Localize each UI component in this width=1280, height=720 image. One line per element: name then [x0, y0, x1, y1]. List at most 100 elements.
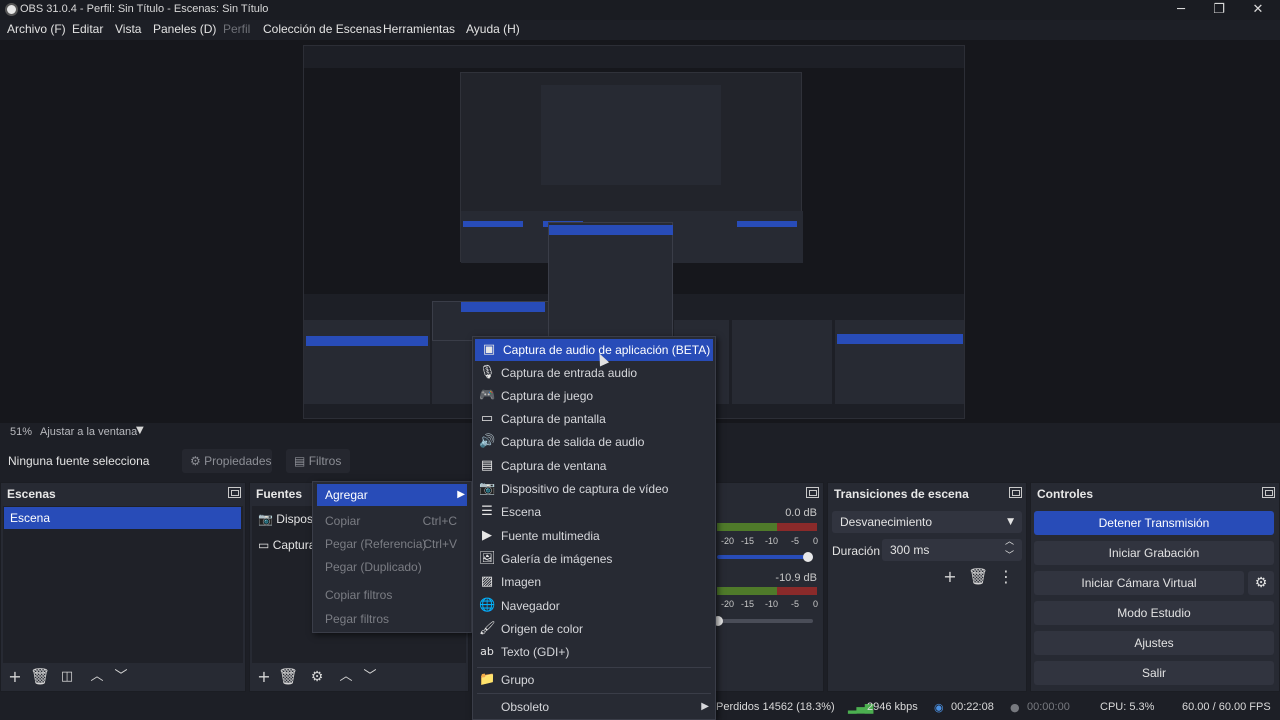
tick: -5 [791, 599, 800, 609]
menu-paneles[interactable]: Paneles (D) [153, 22, 216, 36]
menu-item-label: Grupo [501, 673, 535, 687]
menu-item-paste-reference[interactable]: Pegar (Referencia) Ctrl+V [313, 533, 471, 555]
meter-green [717, 523, 777, 531]
stepper-icon[interactable]: ︿ ﹀ [1005, 535, 1014, 563]
undock-icon[interactable] [806, 487, 819, 498]
play-icon: ▶ [482, 528, 492, 543]
more-icon[interactable]: ⋮ [996, 567, 1016, 587]
fps-readout: 60.00 / 60.00 FPS [1182, 701, 1271, 713]
volume-slider[interactable] [717, 619, 813, 623]
start-virtual-camera-button[interactable]: Iniciar Cámara Virtual [1034, 571, 1244, 595]
menu-item-paste-duplicate[interactable]: Pegar (Duplicado) [313, 556, 471, 578]
gear-icon[interactable]: ⚙ [307, 667, 327, 687]
duration-label: Duración [832, 544, 881, 558]
menu-item-label: Texto (GDI+) [501, 645, 570, 659]
menu-item-color-source[interactable]: 🖌 Origen de color [473, 618, 715, 640]
meter-red [777, 587, 817, 595]
camera-icon: 📷 [258, 512, 273, 526]
menu-item-label: Imagen [501, 575, 542, 589]
controls-dock: Controles Detener Transmisión Iniciar Gr… [1030, 482, 1280, 692]
menu-editar[interactable]: Editar [72, 22, 103, 36]
trash-icon[interactable]: 🗑 [968, 567, 988, 587]
filters-button[interactable]: ▤ Filtros [286, 449, 350, 473]
volume-knob[interactable] [803, 552, 813, 562]
menu-item-label: Fuente multimedia [501, 529, 600, 543]
minimize-button[interactable]: ─ [1166, 1, 1196, 19]
monitor-icon: ▭ [480, 411, 494, 426]
menu-item-window-capture[interactable]: ▤ Captura de ventana [473, 455, 715, 477]
maximize-button[interactable]: ❐ [1204, 1, 1234, 19]
source-item[interactable]: 📷 Disposit [258, 512, 319, 526]
zoom-mode[interactable]: Ajustar a la ventana [40, 426, 137, 438]
menu-item-group[interactable]: 📁 Grupo [473, 669, 715, 691]
menu-item-deprecated[interactable]: Obsoleto ▶ [473, 696, 715, 718]
list-icon: ☰ [481, 504, 493, 519]
trash-icon[interactable]: 🗑 [30, 667, 50, 687]
studio-mode-button[interactable]: Modo Estudio [1034, 601, 1274, 625]
move-down-icon[interactable]: ﹀ [111, 667, 131, 687]
menu-item-copy[interactable]: Copiar Ctrl+C [313, 510, 471, 532]
menu-item-display-capture[interactable]: ▭ Captura de pantalla [473, 408, 715, 430]
undock-icon[interactable] [228, 487, 241, 498]
settings-button[interactable]: Ajustes [1034, 631, 1274, 655]
menu-item-copy-filters[interactable]: Copiar filtros [313, 584, 471, 606]
duration-field[interactable]: 300 ms ︿ ﹀ [882, 537, 1022, 561]
menu-coleccion-escenas[interactable]: Colección de Escenas [263, 22, 382, 36]
menu-vista[interactable]: Vista [115, 22, 141, 36]
menu-item-app-audio-capture[interactable]: ▣ Captura de audio de aplicación (BETA) [475, 339, 713, 361]
menu-item-audio-output-capture[interactable]: 🔊 Captura de salida de audio [473, 431, 715, 453]
scene-item[interactable]: Escena [4, 507, 241, 529]
add-scene-icon[interactable]: + [5, 667, 25, 687]
filters-label: Filtros [308, 454, 342, 468]
close-button[interactable]: ✕ [1243, 1, 1273, 19]
menu-item-audio-input-capture[interactable]: 🎙 Captura de entrada audio [473, 362, 715, 384]
menu-item-image-slideshow[interactable]: 🖼 Galería de imágenes [473, 548, 715, 570]
menu-item-media-source[interactable]: ▶ Fuente multimedia [473, 525, 715, 547]
move-down-icon[interactable]: ﹀ [360, 667, 380, 687]
trash-icon[interactable]: 🗑 [278, 667, 298, 687]
menu-herramientas[interactable]: Herramientas [383, 22, 455, 36]
nested-scene-sel [463, 221, 523, 227]
properties-label: Propiedades [204, 454, 272, 468]
camera-icon: 📷 [479, 481, 496, 496]
add-source-icon[interactable]: + [254, 667, 274, 687]
filter-icon[interactable]: ◫ [57, 667, 77, 687]
zoom-dropdown-icon[interactable]: ▼ [136, 425, 144, 436]
nested-stop-sel [737, 221, 797, 227]
move-up-icon[interactable]: ︿ [87, 667, 107, 687]
menu-item-browser[interactable]: 🌐 Navegador [473, 595, 715, 617]
gear-icon[interactable]: ⚙ [1248, 571, 1274, 595]
shortcut-label: Ctrl+V [423, 537, 457, 551]
meter-green [717, 587, 777, 595]
properties-button[interactable]: ⚙ Propiedades [182, 449, 272, 473]
menu-perfil[interactable]: Perfil [223, 22, 250, 36]
undock-icon[interactable] [1009, 487, 1022, 498]
menu-item-label: Navegador [501, 599, 560, 613]
track1-db: 0.0 dB [785, 507, 817, 519]
exit-button[interactable]: Salir [1034, 661, 1274, 685]
menu-item-game-capture[interactable]: 🎮 Captura de juego [473, 385, 715, 407]
add-transition-icon[interactable]: + [940, 567, 960, 587]
source-item-label: Captura [272, 538, 316, 552]
source-item[interactable]: ▭ Captura [258, 538, 315, 552]
move-up-icon[interactable]: ︿ [336, 667, 356, 687]
transition-select[interactable]: Desvanecimiento ▼ [832, 511, 1022, 533]
start-recording-button[interactable]: Iniciar Grabación [1034, 541, 1274, 565]
tick: -15 [741, 599, 755, 609]
volume-slider[interactable] [717, 555, 813, 559]
menu-item-image[interactable]: ▨ Imagen [473, 571, 715, 593]
stop-streaming-button[interactable]: Detener Transmisión [1034, 511, 1274, 535]
menu-item-video-capture-device[interactable]: 📷 Dispositivo de captura de vídeo [473, 478, 715, 500]
scenes-list[interactable]: Escena [3, 506, 243, 663]
menu-item-paste-filters[interactable]: Pegar filtros [313, 608, 471, 630]
menu-item-add[interactable]: Agregar ▶ [317, 484, 467, 506]
undock-icon[interactable] [1262, 487, 1275, 498]
submenu-arrow-icon: ▶ [457, 489, 465, 500]
menu-item-label: Captura de ventana [501, 459, 607, 473]
menu-item-text-gdi[interactable]: ab Texto (GDI+) [473, 641, 715, 663]
menu-item-scene[interactable]: ☰ Escena [473, 501, 715, 523]
window-title: OBS 31.0.4 - Perfil: Sin Título - Escena… [20, 3, 269, 15]
brush-icon: 🖌 [479, 621, 496, 636]
menu-ayuda[interactable]: Ayuda (H) [466, 22, 520, 36]
menu-archivo[interactable]: Archivo (F) [7, 22, 66, 36]
